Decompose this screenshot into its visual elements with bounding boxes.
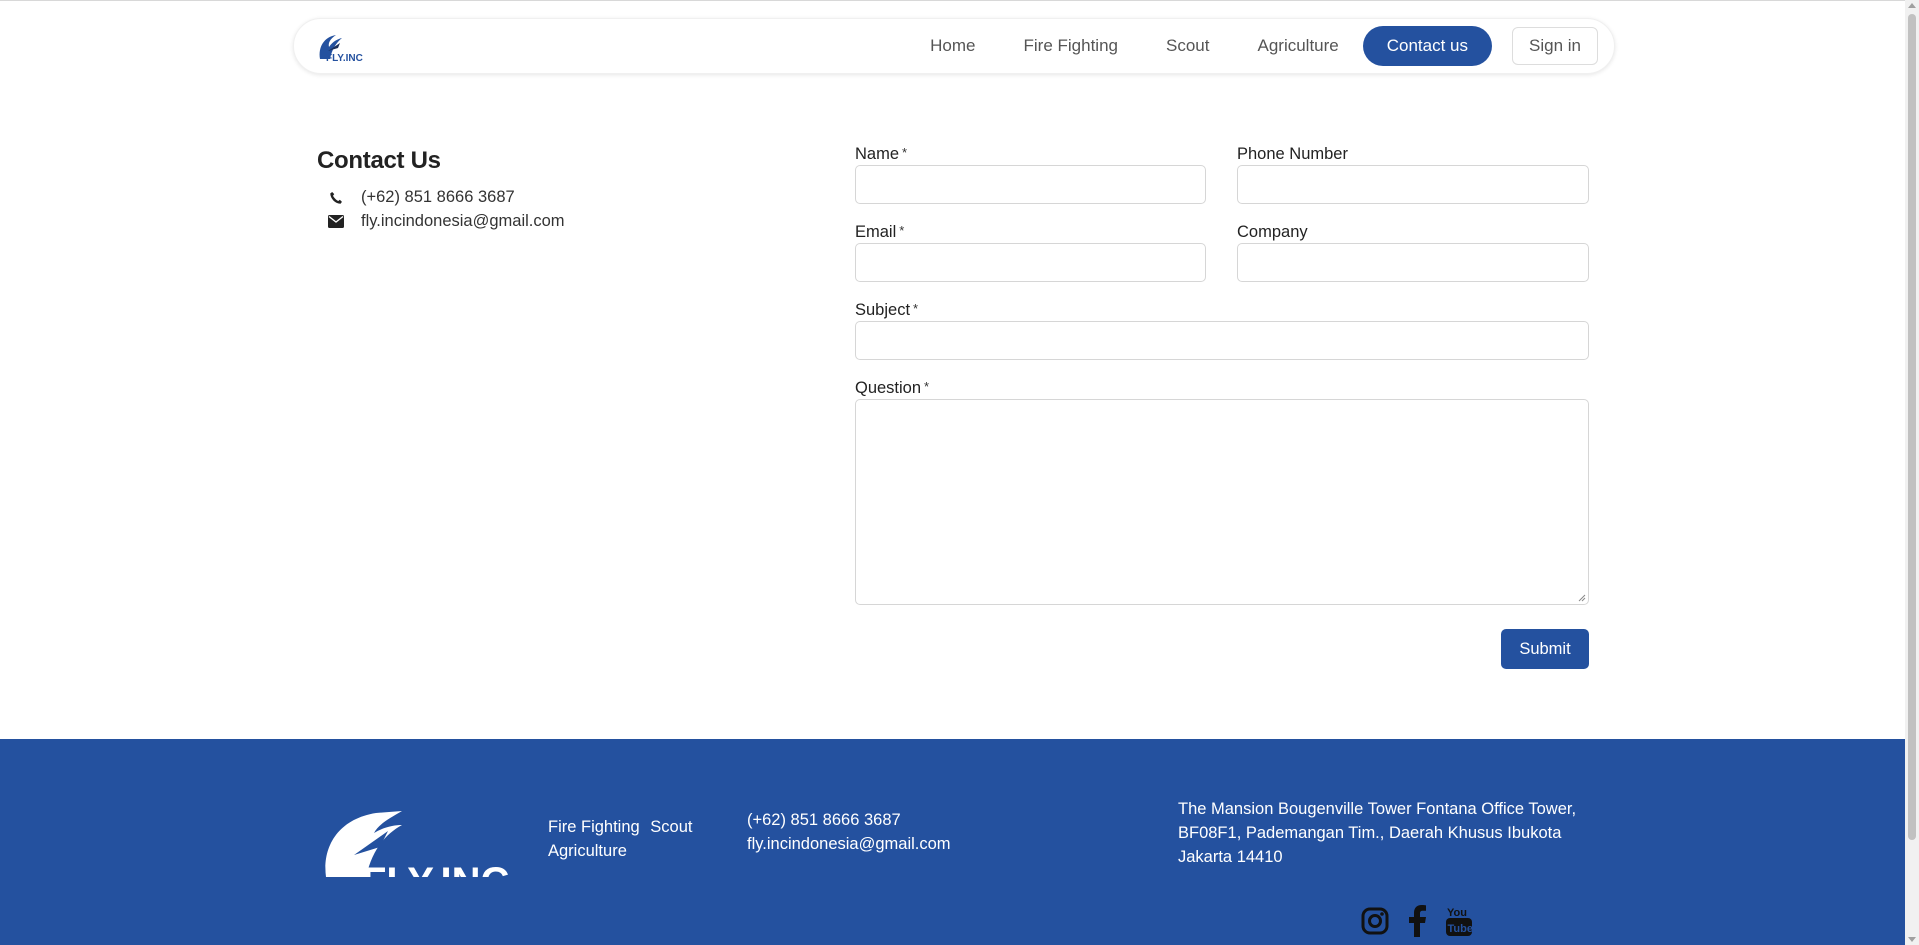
contact-phone-text: (+62) 851 8666 3687 (361, 188, 515, 206)
scroll-thumb[interactable] (1908, 14, 1916, 840)
nav-scout[interactable]: Scout (1142, 26, 1233, 66)
footer-links: Fire Fighting Scout Agriculture (548, 815, 718, 863)
submit-button[interactable]: Submit (1501, 629, 1589, 669)
contact-title: Contact Us (317, 147, 441, 174)
company-label: Company (1237, 223, 1308, 241)
resize-grip-icon[interactable] (1577, 593, 1586, 602)
question-label: Question * (855, 379, 930, 397)
page-scrollbar[interactable] (1905, 0, 1919, 945)
phone-number-input[interactable] (1237, 165, 1589, 204)
subject-input[interactable] (855, 321, 1589, 360)
envelope-icon (328, 214, 344, 230)
youtube-icon[interactable]: You Tube (1444, 905, 1474, 937)
question-textarea[interactable] (855, 399, 1589, 605)
footer-link-fire-fighting[interactable]: Fire Fighting (548, 818, 640, 836)
nav-links: Home Fire Fighting Scout Agriculture Con… (906, 25, 1598, 67)
nav-fire-fighting[interactable]: Fire Fighting (1000, 26, 1142, 66)
footer: FLY.INC Fire Fighting Scout Agriculture … (0, 739, 1905, 945)
footer-logo: FLY.INC (318, 799, 514, 877)
facebook-icon[interactable] (1402, 905, 1432, 937)
contact-email-text: fly.incindonesia@gmail.com (361, 212, 565, 230)
name-input[interactable] (855, 165, 1206, 204)
scroll-down-arrow-icon[interactable] (1908, 937, 1916, 942)
svg-text:Tube: Tube (1448, 923, 1473, 935)
company-input[interactable] (1237, 243, 1589, 282)
svg-text:You: You (1447, 907, 1467, 919)
footer-phone: (+62) 851 8666 3687 (747, 811, 901, 829)
contact-email: fly.incindonesia@gmail.com (328, 212, 565, 231)
footer-contact: (+62) 851 8666 3687 fly.incindonesia@gma… (747, 808, 951, 856)
nav-agriculture[interactable]: Agriculture (1233, 26, 1362, 66)
footer-email: fly.incindonesia@gmail.com (747, 835, 951, 853)
footer-link-agriculture[interactable]: Agriculture (548, 842, 627, 860)
nav-home[interactable]: Home (906, 26, 999, 66)
fly-inc-logo[interactable]: FLY.INC (316, 29, 368, 65)
svg-text:FLY.INC: FLY.INC (326, 53, 363, 64)
svg-text:FLY.INC: FLY.INC (362, 860, 509, 877)
footer-address: The Mansion Bougenville Tower Fontana Of… (1178, 800, 1577, 866)
phone-icon (328, 190, 344, 206)
contact-phone: (+62) 851 8666 3687 (328, 188, 515, 207)
navbar: FLY.INC Home Fire Fighting Scout Agricul… (293, 18, 1615, 74)
name-label: Name * (855, 145, 908, 163)
instagram-icon[interactable] (1360, 905, 1390, 937)
sign-in-button[interactable]: Sign in (1512, 27, 1598, 65)
phone-number-label: Phone Number (1237, 145, 1348, 163)
nav-contact-us[interactable]: Contact us (1362, 26, 1493, 66)
top-border (0, 0, 1919, 1)
subject-label: Subject * (855, 301, 919, 319)
scroll-up-arrow-icon[interactable] (1908, 3, 1916, 8)
email-label: Email * (855, 223, 905, 241)
footer-link-scout[interactable]: Scout (650, 818, 692, 836)
email-input[interactable] (855, 243, 1206, 282)
